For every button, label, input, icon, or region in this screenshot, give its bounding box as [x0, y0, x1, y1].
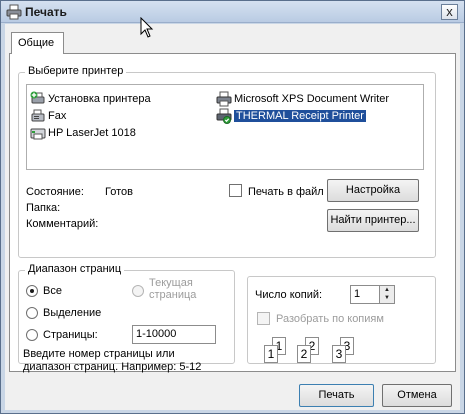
printer-name: Microsoft XPS Document Writer [234, 93, 390, 105]
printer-item-fax[interactable]: Fax [30, 108, 66, 124]
page-range-all-radio[interactable] [26, 285, 38, 297]
add-printer-icon [30, 91, 45, 104]
pages-radio[interactable] [26, 329, 38, 341]
comment-label: Комментарий: [26, 218, 99, 230]
location-label: Папка: [26, 202, 61, 214]
window-title: Печать [25, 5, 67, 19]
page-icon: 2 [297, 345, 311, 363]
copies-group: Число копий: 1 ▲ ▼ Разобрать по копиям 1… [247, 276, 436, 364]
preferences-button[interactable]: Настройка [327, 179, 419, 202]
page-icon: 3 [332, 345, 346, 363]
printer-name: Установка принтера [48, 93, 151, 105]
title-bar[interactable]: Печать x [1, 1, 464, 23]
copies-spinner[interactable]: ▲ ▼ [379, 285, 395, 304]
selection-radio[interactable] [26, 307, 38, 319]
close-button[interactable]: x [441, 4, 458, 20]
printer-icon [6, 4, 22, 20]
selection-label[interactable]: Выделение [43, 307, 101, 319]
page-range-hint: Введите номер страницы или диапазон стра… [23, 348, 202, 373]
printer-list[interactable]: Установка принтера Fax HP LaserJet 1018 … [26, 84, 424, 170]
collate-label: Разобрать по копиям [276, 313, 384, 325]
fax-icon [31, 109, 45, 122]
printer-item-hp-laserjet-1018[interactable]: HP LaserJet 1018 [30, 125, 136, 141]
dialog-body: Общие Выберите принтер Установка принтер… [5, 24, 460, 410]
page-range-legend: Диапазон страниц [25, 263, 125, 275]
collate-checkbox[interactable] [257, 312, 270, 325]
default-printer-icon [216, 108, 232, 124]
printer-icon [216, 91, 232, 107]
status-value: Готов [105, 186, 133, 198]
tab-panel-general: Выберите принтер Установка принтера Fax … [9, 53, 456, 373]
printer-name: Fax [48, 110, 67, 122]
page-icon: 1 [264, 345, 278, 363]
page-range-all-label[interactable]: Все [43, 285, 62, 297]
mouse-cursor-icon [140, 17, 154, 38]
printer-item-thermal-receipt[interactable]: THERMAL Receipt Printer [216, 108, 366, 124]
select-printer-legend: Выберите принтер [25, 65, 127, 77]
spinner-down-icon[interactable]: ▼ [380, 294, 394, 303]
current-page-label: Текущая страница [149, 277, 197, 301]
current-page-radio[interactable] [132, 285, 144, 297]
select-printer-group: Выберите принтер Установка принтера Fax … [18, 65, 436, 258]
printer-name: THERMAL Receipt Printer [234, 110, 366, 122]
printer-item-add-printer[interactable]: Установка принтера [30, 91, 151, 107]
pages-input[interactable]: 1-10000 [132, 325, 216, 344]
find-printer-button[interactable]: Найти принтер... [327, 209, 419, 232]
printer-item-microsoft-xps[interactable]: Microsoft XPS Document Writer [216, 91, 389, 107]
tab-general[interactable]: Общие [11, 32, 64, 54]
close-icon: x [446, 4, 453, 19]
cancel-button[interactable]: Отмена [382, 384, 452, 407]
print-dialog-window: Печать x Общие Выберите принтер Установк… [0, 0, 465, 414]
print-to-file-label[interactable]: Печать в файл [248, 186, 324, 198]
copies-input[interactable]: 1 [350, 285, 380, 304]
page-range-group: Диапазон страниц Все Текущая страница Вы… [18, 263, 235, 373]
tab-label: Общие [18, 37, 55, 49]
pages-label[interactable]: Страницы: [43, 329, 98, 341]
printer-name: HP LaserJet 1018 [48, 127, 136, 139]
print-button[interactable]: Печать [299, 384, 374, 407]
printer-icon [30, 128, 46, 140]
collate-illustration: 1 1 2 2 3 3 [262, 337, 372, 367]
print-to-file-checkbox[interactable] [229, 184, 242, 197]
status-label: Состояние: [26, 186, 84, 198]
copies-label: Число копий: [255, 289, 323, 301]
